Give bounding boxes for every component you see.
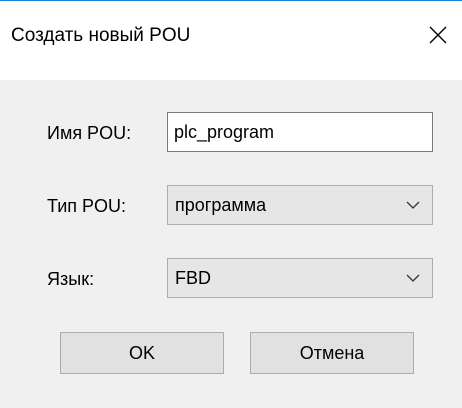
language-value: FBD [175,268,211,288]
pou-name-label: Имя POU: [47,123,132,143]
create-pou-dialog: Создать новый POU Имя POU: Тип POU: прог… [0,0,462,408]
pou-type-value: программа [175,195,267,215]
chevron-down-icon [406,201,420,209]
dialog-title: Создать новый POU [11,25,191,46]
ok-button[interactable]: OK [60,332,224,374]
pou-type-label: Тип POU: [47,196,127,216]
language-select[interactable]: FBD [167,258,433,298]
pou-type-select[interactable]: программа [167,185,433,225]
close-button[interactable] [418,15,458,55]
title-bar: Создать новый POU [0,1,462,80]
close-icon [429,26,447,44]
cancel-button[interactable]: Отмена [250,332,414,374]
pou-name-input[interactable] [167,112,433,152]
language-label: Язык: [47,269,95,289]
chevron-down-icon [406,274,420,282]
